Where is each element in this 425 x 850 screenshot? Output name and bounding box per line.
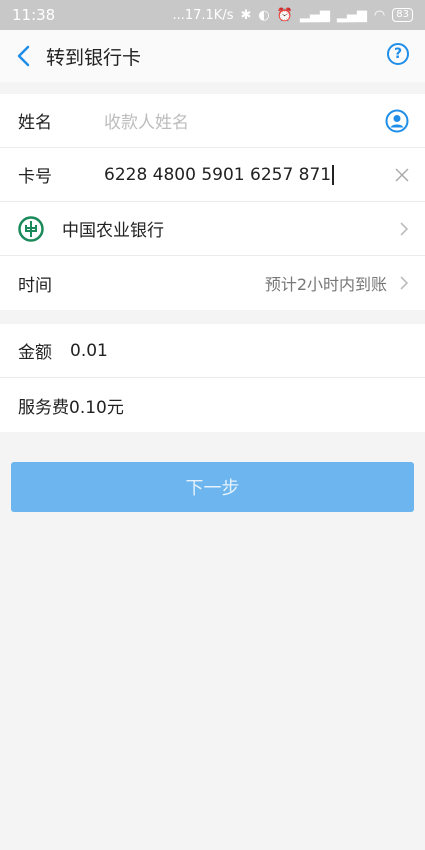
wifi-icon: ◠ xyxy=(373,7,386,23)
chevron-right-icon xyxy=(399,221,409,237)
status-time: 11:38 xyxy=(12,6,56,24)
title-bar: 转到银行卡 ? xyxy=(0,30,425,82)
page-title: 转到银行卡 xyxy=(46,46,142,69)
signal-icon: ▂▄▆ xyxy=(336,7,367,23)
card-input[interactable]: 6228 4800 5901 6257 871 xyxy=(104,164,407,185)
chevron-right-icon xyxy=(399,275,409,291)
back-arrow-icon[interactable] xyxy=(12,45,34,67)
amount-row: 金额 0.01 xyxy=(0,324,425,378)
battery-icon: 83 xyxy=(392,8,413,22)
name-input[interactable]: 收款人姓名 xyxy=(104,108,407,133)
status-bar: 11:38 ...17.1K/s ✱ ◐ ⏰ ▂▄▆ ▂▄▆ ◠ 83 xyxy=(0,0,425,30)
abc-bank-logo-icon xyxy=(18,215,44,242)
bluetooth-icon: ✱ xyxy=(240,7,252,23)
card-number: 6228 4800 5901 6257 871 xyxy=(104,164,332,185)
text-cursor xyxy=(332,164,334,185)
contact-icon[interactable] xyxy=(385,109,409,133)
amount-input[interactable]: 0.01 xyxy=(70,341,108,361)
clear-icon[interactable] xyxy=(395,167,409,182)
alarm-icon: ⏰ xyxy=(276,7,293,23)
arrival-time: 预计2小时内到账 xyxy=(264,275,387,294)
service-fee: 服务费0.10元 xyxy=(18,397,124,418)
card-row: 卡号 6228 4800 5901 6257 871 xyxy=(0,148,425,202)
time-row[interactable]: 时间 预计2小时内到账 xyxy=(0,256,425,310)
status-icons: ...17.1K/s ✱ ◐ ⏰ ▂▄▆ ▂▄▆ ◠ 83 xyxy=(172,8,413,23)
amount-label: 金额 xyxy=(18,343,52,363)
card-label: 卡号 xyxy=(18,167,52,187)
amount-section: 金额 0.01 服务费0.10元 xyxy=(0,324,425,432)
bank-name: 中国农业银行 xyxy=(62,221,164,241)
net-speed: ...17.1K/s xyxy=(172,7,234,23)
bank-row[interactable]: 中国农业银行 xyxy=(0,202,425,256)
toggle-icon: ◐ xyxy=(258,7,270,23)
name-row: 姓名 收款人姓名 xyxy=(0,94,425,148)
time-label: 时间 xyxy=(18,275,52,296)
next-step-button[interactable]: 下一步 xyxy=(11,462,414,512)
signal-hd-icon: ▂▄▆ xyxy=(299,7,330,23)
help-icon[interactable]: ? xyxy=(387,43,409,65)
recipient-form: 姓名 收款人姓名 卡号 6228 4800 5901 6257 871 中国农业… xyxy=(0,94,425,310)
name-label: 姓名 xyxy=(18,113,52,133)
